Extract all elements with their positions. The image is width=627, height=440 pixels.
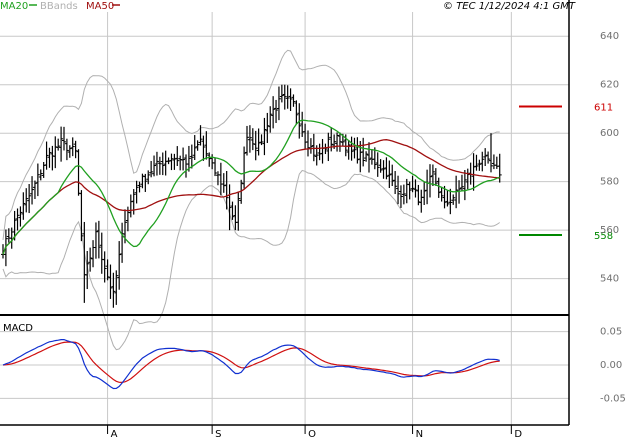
price-tick-label: 620 [600, 80, 619, 91]
price-tick-label: 540 [600, 274, 619, 285]
time-tick-label: O [308, 429, 316, 440]
copyright-text: © TEC 1/12/2024 4:1 GMT [443, 1, 576, 12]
macd-axis: 0.05 0.00 -0.05 [600, 327, 626, 405]
resistance-label: 611 [594, 103, 613, 114]
legend-ma20-label: MA20 [0, 1, 28, 12]
macd-title: MACD [3, 323, 33, 334]
legend: MA20 BBands MA50 [0, 1, 120, 12]
macd-tick-label: -0.05 [600, 393, 626, 404]
macd-tick-label: 0.05 [600, 327, 622, 338]
signal-line [2, 341, 500, 384]
legend-ma50-label: MA50 [86, 1, 114, 12]
time-tick-label: A [111, 429, 118, 440]
time-tick-label: D [514, 429, 522, 440]
price-plot-area [0, 12, 569, 315]
price-tick-label: 600 [600, 128, 619, 139]
time-tick-label: N [416, 429, 423, 440]
legend-bbands-label: BBands [40, 1, 78, 12]
price-panel: 611558 540560580600620640 [0, 12, 619, 425]
macd-panel: 0.05 0.00 -0.05 MACD [0, 323, 626, 404]
time-axis: ASOND [107, 425, 522, 440]
price-tick-label: 580 [600, 177, 619, 188]
price-axis: 540 560 580 600 620 640 [600, 31, 619, 284]
time-tick-label: S [215, 429, 221, 440]
macd-tick-label: 0.00 [600, 360, 622, 371]
chart-canvas: 611558 540560580600620640 0.050.00-0.05 … [0, 0, 626, 440]
macd-lines [2, 339, 500, 390]
price-tick-label: 640 [600, 31, 619, 42]
price-tick-label: 560 [600, 225, 619, 236]
macd-line [2, 339, 500, 390]
